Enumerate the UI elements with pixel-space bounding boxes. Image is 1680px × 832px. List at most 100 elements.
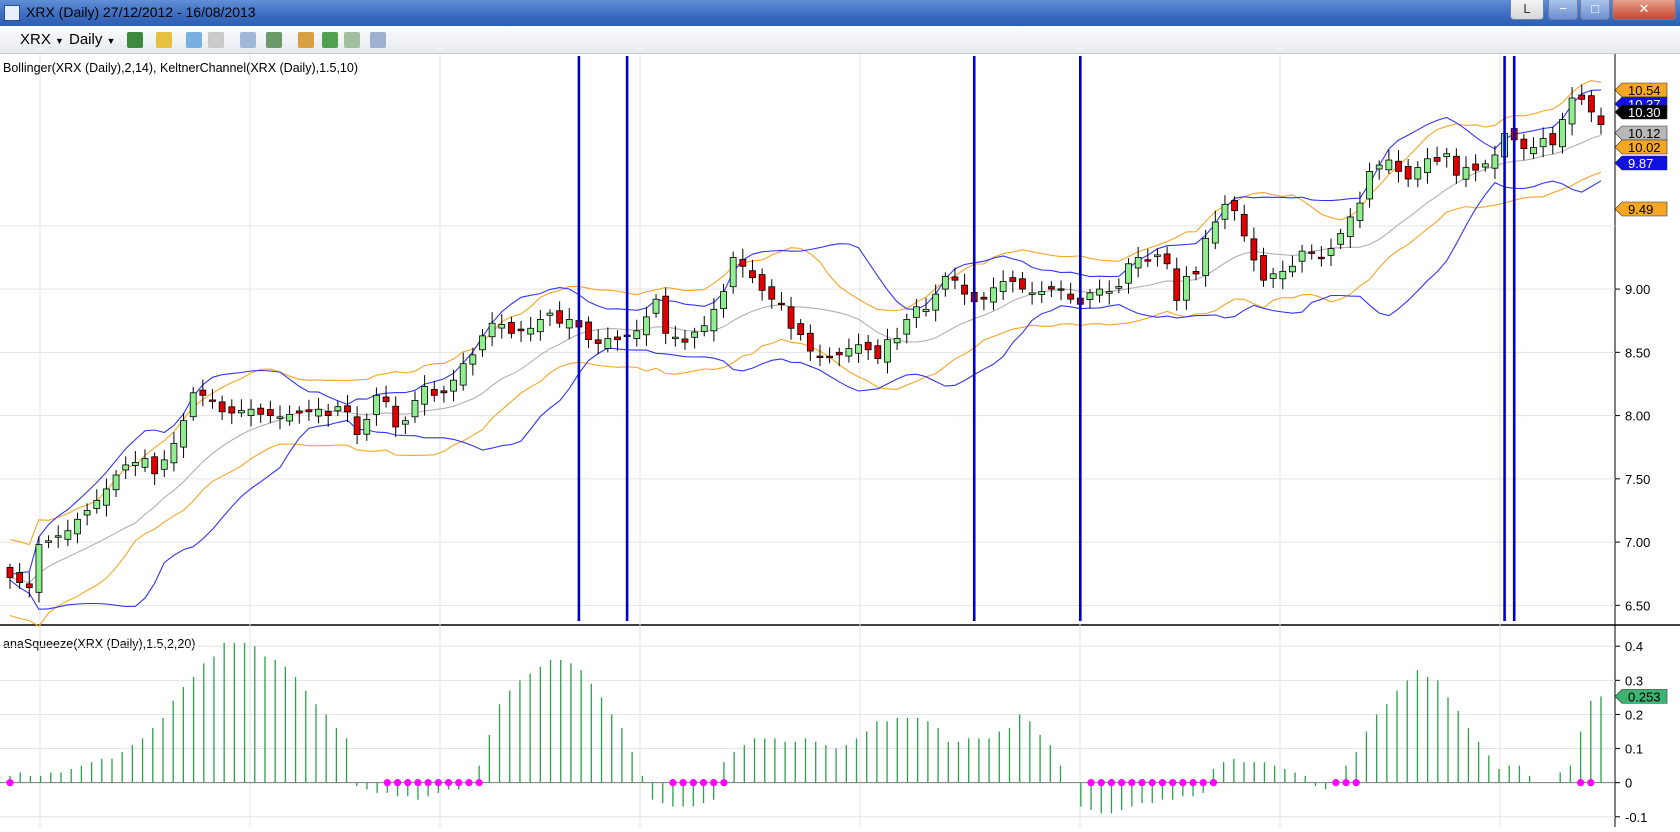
- chart-area[interactable]: 6.50 7.00 7.50 8.00 8.50 9.00 Bollinger(XRX (D…: [0, 54, 1680, 832]
- candle: [6, 566, 14, 578]
- squeeze-on-dot: [1179, 779, 1187, 787]
- candle: [1009, 277, 1017, 282]
- chart-style-icon[interactable]: [322, 32, 338, 48]
- candle: [768, 286, 776, 300]
- candle: [806, 332, 814, 352]
- chevron-down-icon: ▼: [106, 36, 116, 46]
- export-icon[interactable]: [370, 32, 386, 48]
- window-title-bar: XRX (Daily) 27/12/2012 - 16/08/2013 L − …: [0, 0, 1680, 26]
- properties-icon[interactable]: [266, 32, 282, 48]
- candle: [594, 339, 602, 344]
- squeeze-on-dot: [465, 779, 473, 787]
- bollinger-upper-line: [9, 89, 1602, 576]
- app-icon: [4, 5, 20, 21]
- candle: [1134, 257, 1142, 269]
- squeeze-on-dot: [434, 779, 442, 787]
- candle: [45, 540, 52, 543]
- candle: [1568, 97, 1576, 125]
- candle: [1385, 159, 1393, 171]
- candle: [565, 319, 573, 329]
- candle: [720, 291, 727, 310]
- candle: [276, 416, 284, 419]
- indicator-icon[interactable]: [344, 32, 360, 48]
- candle: [1057, 288, 1065, 291]
- close-button[interactable]: ✕: [1612, 0, 1676, 20]
- symbol-dropdown[interactable]: XRX ▼: [20, 31, 64, 49]
- candle: [1231, 200, 1238, 212]
- price-label-text: 10.12: [1628, 126, 1661, 141]
- candle: [1472, 163, 1480, 171]
- squeeze-on-dot: [1189, 779, 1197, 787]
- magic-wand-icon[interactable]: [186, 32, 202, 48]
- candles-icon[interactable]: [298, 32, 314, 48]
- squeeze-on-dot: [1087, 779, 1095, 787]
- sub-y-tick-label: 0.1: [1625, 742, 1643, 757]
- candle: [797, 323, 805, 336]
- chart-canvas[interactable]: 6.50 7.00 7.50 8.00 8.50 9.00 Bollinger(XRX (D…: [0, 54, 1680, 827]
- candle: [633, 330, 641, 339]
- candle: [527, 327, 535, 335]
- candle: [536, 319, 544, 333]
- candle: [238, 410, 245, 414]
- candle: [180, 420, 187, 448]
- l-button[interactable]: L: [1510, 0, 1544, 20]
- candle: [884, 339, 891, 363]
- zoom-icon[interactable]: [240, 32, 256, 48]
- candle: [459, 363, 467, 386]
- y-tick-label: 7.00: [1625, 535, 1650, 550]
- price-label-text: 9.87: [1628, 156, 1653, 171]
- squeeze-on-dot: [414, 779, 422, 787]
- candle: [189, 392, 197, 418]
- candle: [1375, 164, 1383, 170]
- candle: [131, 461, 139, 466]
- squeeze-on-dot: [393, 779, 402, 787]
- candle: [941, 276, 949, 290]
- candle: [35, 544, 43, 593]
- candle: [508, 321, 515, 334]
- candle: [614, 336, 621, 341]
- candle: [440, 390, 448, 394]
- candle: [1250, 238, 1258, 261]
- candle: [266, 409, 274, 416]
- candle: [1597, 115, 1605, 126]
- pencil-icon[interactable]: [156, 32, 172, 48]
- candle: [488, 322, 496, 338]
- squeeze-on-dot: [669, 779, 677, 787]
- keltner-upper-line: [9, 80, 1602, 546]
- maximize-button[interactable]: □: [1580, 0, 1610, 20]
- squeeze-on-dot: [383, 779, 391, 787]
- candle: [305, 409, 313, 413]
- candle: [845, 348, 853, 357]
- candle: [1327, 248, 1335, 256]
- squeeze-on-dot: [699, 779, 708, 787]
- candle: [556, 310, 564, 324]
- candle: [373, 394, 380, 415]
- price-label-text: 10.54: [1628, 83, 1661, 98]
- bollinger-mid-line: [9, 134, 1602, 584]
- cursor-icon[interactable]: [208, 32, 224, 48]
- interval-dropdown[interactable]: Daily ▼: [69, 31, 115, 49]
- candle: [893, 338, 901, 344]
- candle: [16, 572, 24, 583]
- squeeze-on-dot: [1107, 779, 1116, 787]
- candle: [1221, 203, 1229, 220]
- minimize-button[interactable]: −: [1548, 0, 1578, 20]
- squeeze-on-dot: [1138, 779, 1146, 787]
- squeeze-on-dot: [424, 779, 432, 787]
- squeeze-on-dot: [1148, 779, 1156, 787]
- candle: [1047, 286, 1055, 290]
- candle: [1019, 278, 1026, 290]
- bar-chart-icon[interactable]: [127, 32, 143, 48]
- candle: [411, 399, 419, 418]
- candle: [64, 530, 72, 540]
- candle: [324, 411, 332, 416]
- candle: [1404, 165, 1412, 180]
- indicator-value-label: 0.253: [1628, 689, 1661, 704]
- candle: [1317, 256, 1325, 260]
- candle: [1096, 288, 1103, 296]
- candle: [681, 338, 689, 343]
- candle: [498, 324, 506, 329]
- candle: [83, 510, 91, 516]
- candle: [778, 302, 785, 306]
- candle: [758, 274, 766, 291]
